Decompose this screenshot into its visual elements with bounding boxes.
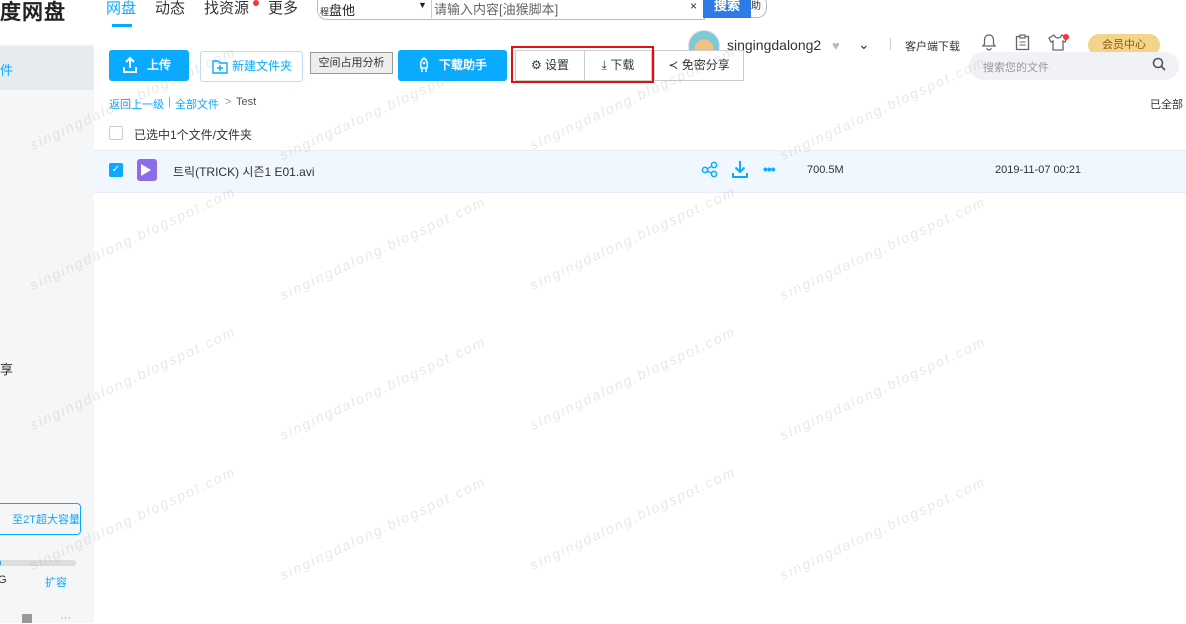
- sidebar-item-all-files-label: 件: [0, 63, 14, 78]
- upgrade-storage-button[interactable]: 至2T超大容量: [0, 503, 81, 535]
- file-size: 700.5M: [807, 164, 844, 176]
- nav-active-underline: [112, 24, 132, 27]
- search-scope-value: 盘他: [329, 3, 356, 18]
- expand-storage-link[interactable]: 扩容: [45, 574, 67, 590]
- watermark-text: singingdalong.blogspot.com: [777, 193, 989, 303]
- file-date: 2019-11-07 00:21: [995, 164, 1082, 176]
- watermark-text: singingdalong.blogspot.com: [527, 463, 739, 573]
- vip-gem-icon: ♥: [832, 38, 840, 53]
- search-scope-select[interactable]: 程盘他: [320, 0, 355, 19]
- clipboard-icon[interactable]: [1015, 34, 1030, 54]
- row-share-icon[interactable]: [701, 161, 718, 183]
- notification-dot: [253, 0, 259, 6]
- video-play-icon: [141, 164, 151, 176]
- highlight-box: [511, 46, 654, 83]
- search-button[interactable]: 搜索: [703, 0, 751, 18]
- bell-icon[interactable]: [981, 33, 997, 54]
- nav-more[interactable]: 更多: [268, 0, 298, 18]
- device-icon[interactable]: [22, 614, 32, 623]
- breadcrumb-divider: |: [168, 96, 171, 108]
- client-download-link[interactable]: 客户端下载: [905, 38, 960, 54]
- search-divider: [431, 0, 432, 18]
- new-folder-label: 新建文件夹: [232, 59, 293, 73]
- dropdown-arrow-icon[interactable]: ▼: [418, 0, 427, 10]
- app-logo: 度网盘: [0, 1, 66, 24]
- search-clear-icon[interactable]: ×: [690, 0, 697, 13]
- file-search-input[interactable]: 搜索您的文件: [983, 59, 1049, 75]
- nav-activity[interactable]: 动态: [155, 0, 185, 18]
- row-download-icon[interactable]: [732, 160, 748, 183]
- select-all-checkbox[interactable]: [109, 126, 123, 140]
- watermark-text: singingdalong.blogspot.com: [777, 333, 989, 443]
- watermark-text: singingdalong.blogspot.com: [277, 473, 489, 583]
- nav-find-resources[interactable]: 找资源: [204, 0, 249, 18]
- space-analysis-button[interactable]: 空间占用分析: [310, 52, 393, 74]
- loaded-status: 已全部: [1150, 99, 1183, 111]
- file-name[interactable]: 트릭(TRICK) 시즌1 E01.avi: [173, 163, 315, 180]
- breadcrumb-all-files[interactable]: 全部文件: [175, 96, 219, 112]
- quota-text: G: [0, 574, 7, 586]
- watermark-text: singingdalong.blogspot.com: [777, 473, 989, 583]
- search-scope-prefix: 程: [320, 7, 330, 17]
- watermark-text: singingdalong.blogspot.com: [527, 323, 739, 433]
- breadcrumb-current: Test: [236, 96, 257, 108]
- sidebar-item-share-label[interactable]: 享: [0, 359, 13, 378]
- nav-netdisk[interactable]: 网盘: [106, 0, 136, 18]
- global-search-input[interactable]: 请输入内容[油猴脚本]: [434, 0, 558, 18]
- row-checkbox[interactable]: ✓: [109, 163, 123, 177]
- selection-count: 已选中1个文件/文件夹: [134, 128, 253, 142]
- watermark-text: singingdalong.blogspot.com: [277, 193, 489, 303]
- row-more-icon[interactable]: •••: [763, 161, 776, 177]
- watermark-text: singingdalong.blogspot.com: [277, 333, 489, 443]
- chevron-down-icon[interactable]: ⌄: [858, 36, 870, 53]
- watermark-text: singingdalong.blogspot.com: [527, 183, 739, 293]
- skin-notification-dot: [1063, 34, 1069, 40]
- sidebar-item-all-files[interactable]: [0, 46, 94, 90]
- watermark-text: singingdalong.blogspot.com: [777, 53, 989, 163]
- more-icon[interactable]: ···: [60, 612, 71, 624]
- breadcrumb-separator: >: [225, 96, 232, 108]
- search-icon[interactable]: [1152, 57, 1166, 74]
- divider: [890, 38, 891, 50]
